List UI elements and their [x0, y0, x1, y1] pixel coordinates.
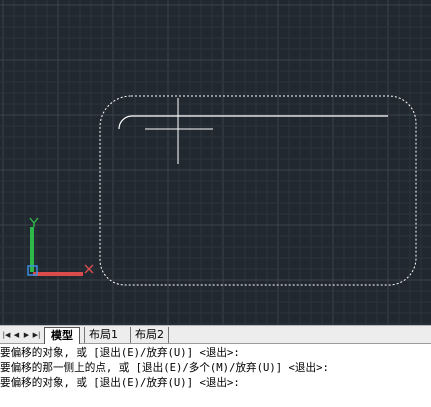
tab-layout2[interactable]: 布局2	[130, 327, 169, 343]
tab-model[interactable]: 模型	[44, 327, 80, 344]
offset-polyline[interactable]	[118, 115, 388, 130]
selected-rounded-rectangle[interactable]	[99, 95, 417, 286]
tab-layout1[interactable]: 布局1	[84, 327, 122, 343]
layout-tab-bar: |◀ ◀ ▶ ▶| 模型 布局1 布局2	[0, 325, 431, 344]
next-tab-icon[interactable]: ▶	[22, 330, 31, 340]
command-history-line: 要偏移的对象, 或 [退出(E)/放弃(U)] <退出>:	[0, 347, 240, 359]
command-line-window[interactable]: 要偏移的对象, 或 [退出(E)/放弃(U)] <退出>: 要偏移的那一侧上的点…	[0, 344, 431, 407]
drawing-area[interactable]: Y X	[0, 0, 431, 325]
last-tab-icon[interactable]: ▶|	[32, 330, 41, 340]
model-space-canvas[interactable]: Y X	[0, 0, 431, 325]
first-tab-icon[interactable]: |◀	[2, 330, 11, 340]
prev-tab-icon[interactable]: ◀	[12, 330, 21, 340]
ucs-x-axis	[33, 272, 83, 276]
command-history-line: 要偏移的对象, 或 [退出(E)/放弃(U)] <退出>:	[0, 377, 240, 389]
grid	[0, 0, 431, 325]
command-history-line: 要偏移的那一侧上的点, 或 [退出(E)/多个(M)/放弃(U)] <退出>:	[0, 362, 329, 374]
